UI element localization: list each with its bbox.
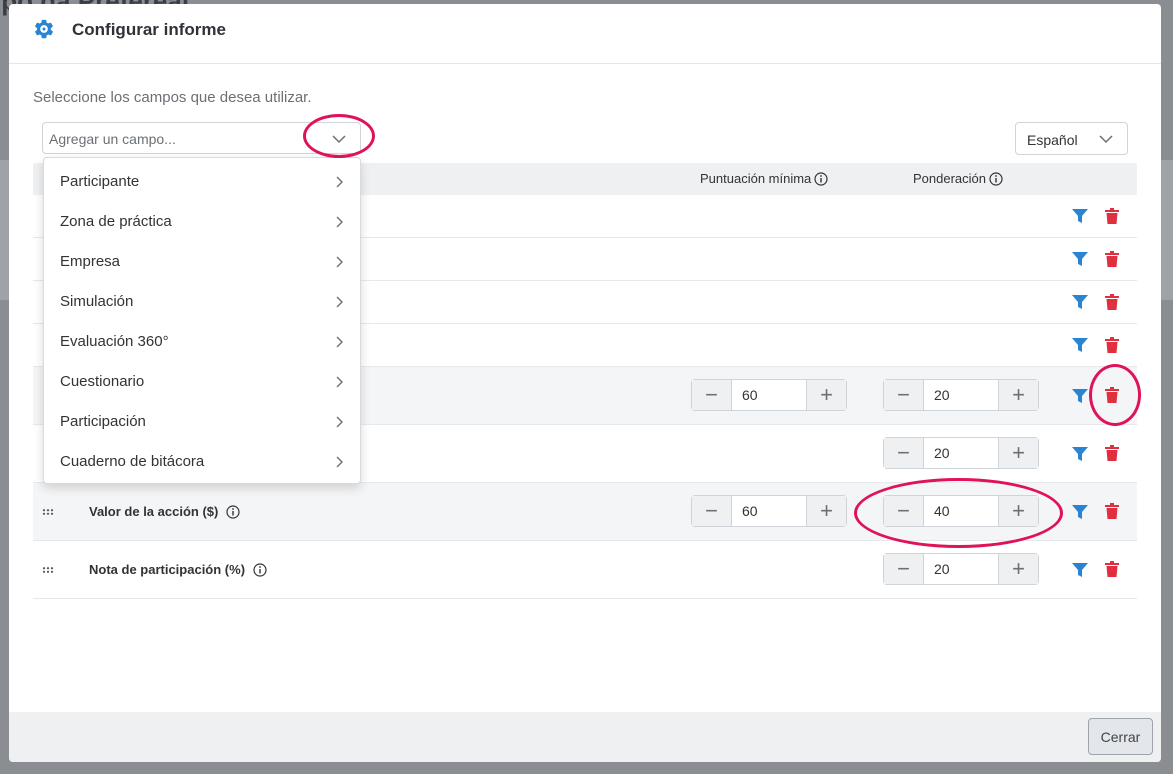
dropdown-item-simulacion[interactable]: Simulación	[44, 281, 360, 321]
dropdown-item-cuestionario[interactable]: Cuestionario	[44, 361, 360, 401]
background-strip-left	[0, 160, 9, 300]
weighting-stepper[interactable]: − 40 +	[883, 495, 1039, 527]
increment-button[interactable]: +	[999, 496, 1038, 526]
filter-icon[interactable]	[1072, 388, 1088, 404]
gear-icon	[35, 19, 53, 39]
dropdown-item-cuaderno-de-bitacora[interactable]: Cuaderno de bitácora	[44, 441, 360, 481]
weighting-stepper[interactable]: − 20 +	[883, 553, 1039, 585]
trash-icon[interactable]	[1105, 387, 1119, 403]
chevron-right-icon	[336, 176, 343, 188]
increment-button[interactable]: +	[807, 496, 846, 526]
dropdown-item-label: Simulación	[60, 293, 134, 310]
chevron-right-icon	[336, 416, 343, 428]
modal-footer	[9, 712, 1161, 762]
field-category-dropdown: Participante Zona de práctica Empresa Si…	[43, 157, 361, 484]
field-label-text: Valor de la acción ($)	[89, 504, 219, 519]
field-label: Valor de la acción ($)	[89, 504, 240, 519]
info-icon[interactable]	[253, 562, 267, 577]
language-value: Español	[1027, 132, 1078, 148]
chevron-down-icon	[1099, 135, 1113, 144]
modal-title: Configurar informe	[72, 20, 226, 39]
chevron-right-icon	[336, 216, 343, 228]
modal-header: Configurar informe	[9, 4, 1161, 64]
increment-button[interactable]: +	[807, 380, 846, 410]
weighting-stepper[interactable]: − 20 +	[883, 437, 1039, 469]
configure-report-modal: Configurar informe Seleccione los campos…	[9, 4, 1161, 762]
trash-icon[interactable]	[1105, 294, 1119, 310]
weighting-stepper[interactable]: − 20 +	[883, 379, 1039, 411]
dropdown-item-label: Cuaderno de bitácora	[60, 453, 205, 470]
chevron-right-icon	[336, 256, 343, 268]
chevron-right-icon	[336, 376, 343, 388]
dropdown-item-zona-de-practica[interactable]: Zona de práctica	[44, 201, 360, 241]
trash-icon[interactable]	[1105, 503, 1119, 519]
decrement-button[interactable]: −	[884, 380, 923, 410]
filter-icon[interactable]	[1072, 337, 1088, 353]
chevron-right-icon	[336, 336, 343, 348]
field-label-text: Nota de participación (%)	[89, 562, 246, 577]
drag-handle-icon[interactable]	[42, 567, 54, 573]
dropdown-item-label: Participación	[60, 413, 146, 430]
drag-handle-icon[interactable]	[42, 509, 54, 515]
dropdown-item-label: Zona de práctica	[60, 213, 172, 230]
weighting-input[interactable]: 20	[923, 554, 999, 584]
filter-icon[interactable]	[1072, 562, 1088, 578]
table-row: Valor de la acción ($) − 60 + − 40 +	[33, 483, 1137, 541]
trash-icon[interactable]	[1105, 561, 1119, 577]
column-header-min-score: Puntuación mínima	[700, 171, 828, 186]
increment-button[interactable]: +	[999, 380, 1038, 410]
filter-icon[interactable]	[1072, 504, 1088, 520]
dropdown-item-empresa[interactable]: Empresa	[44, 241, 360, 281]
filter-icon[interactable]	[1072, 446, 1088, 462]
chevron-right-icon	[336, 456, 343, 468]
increment-button[interactable]: +	[999, 438, 1038, 468]
weighting-input[interactable]: 40	[923, 496, 999, 526]
min-score-stepper[interactable]: − 60 +	[691, 379, 847, 411]
info-icon[interactable]	[989, 171, 1003, 186]
increment-button[interactable]: +	[999, 554, 1038, 584]
chevron-down-icon[interactable]	[332, 132, 346, 146]
min-score-input[interactable]: 60	[731, 380, 807, 410]
trash-icon[interactable]	[1105, 251, 1119, 267]
decrement-button[interactable]: −	[884, 438, 923, 468]
add-field-placeholder: Agregar un campo...	[49, 131, 176, 147]
filter-icon[interactable]	[1072, 208, 1088, 224]
instruction-text: Seleccione los campos que desea utilizar…	[33, 89, 312, 106]
decrement-button[interactable]: −	[884, 554, 923, 584]
field-label: Nota de participación (%)	[89, 562, 267, 577]
filter-icon[interactable]	[1072, 251, 1088, 267]
background-strip-right	[1161, 160, 1173, 300]
column-header-weighting-label: Ponderación	[913, 171, 986, 186]
trash-icon[interactable]	[1105, 445, 1119, 461]
min-score-stepper[interactable]: − 60 +	[691, 495, 847, 527]
dropdown-item-evaluacion-360[interactable]: Evaluación 360°	[44, 321, 360, 361]
add-field-select[interactable]: Agregar un campo...	[42, 122, 361, 154]
dropdown-item-label: Evaluación 360°	[60, 333, 169, 350]
info-icon[interactable]	[814, 171, 828, 186]
dropdown-item-participante[interactable]: Participante	[44, 161, 360, 201]
decrement-button[interactable]: −	[692, 496, 731, 526]
dropdown-item-label: Participante	[60, 173, 140, 190]
trash-icon[interactable]	[1105, 208, 1119, 224]
column-header-weighting: Ponderación	[913, 171, 1003, 186]
info-icon[interactable]	[226, 504, 240, 519]
dropdown-item-label: Cuestionario	[60, 373, 145, 390]
min-score-input[interactable]: 60	[731, 496, 807, 526]
table-row: Nota de participación (%) − 20 +	[33, 541, 1137, 599]
chevron-right-icon	[336, 296, 343, 308]
close-button[interactable]: Cerrar	[1088, 718, 1153, 755]
decrement-button[interactable]: −	[692, 380, 731, 410]
language-select[interactable]: Español	[1015, 122, 1128, 155]
dropdown-item-label: Empresa	[60, 253, 121, 270]
weighting-input[interactable]: 20	[923, 438, 999, 468]
filter-icon[interactable]	[1072, 294, 1088, 310]
dropdown-item-participacion[interactable]: Participación	[44, 401, 360, 441]
trash-icon[interactable]	[1105, 337, 1119, 353]
weighting-input[interactable]: 20	[923, 380, 999, 410]
decrement-button[interactable]: −	[884, 496, 923, 526]
column-header-min-score-label: Puntuación mínima	[700, 171, 812, 186]
